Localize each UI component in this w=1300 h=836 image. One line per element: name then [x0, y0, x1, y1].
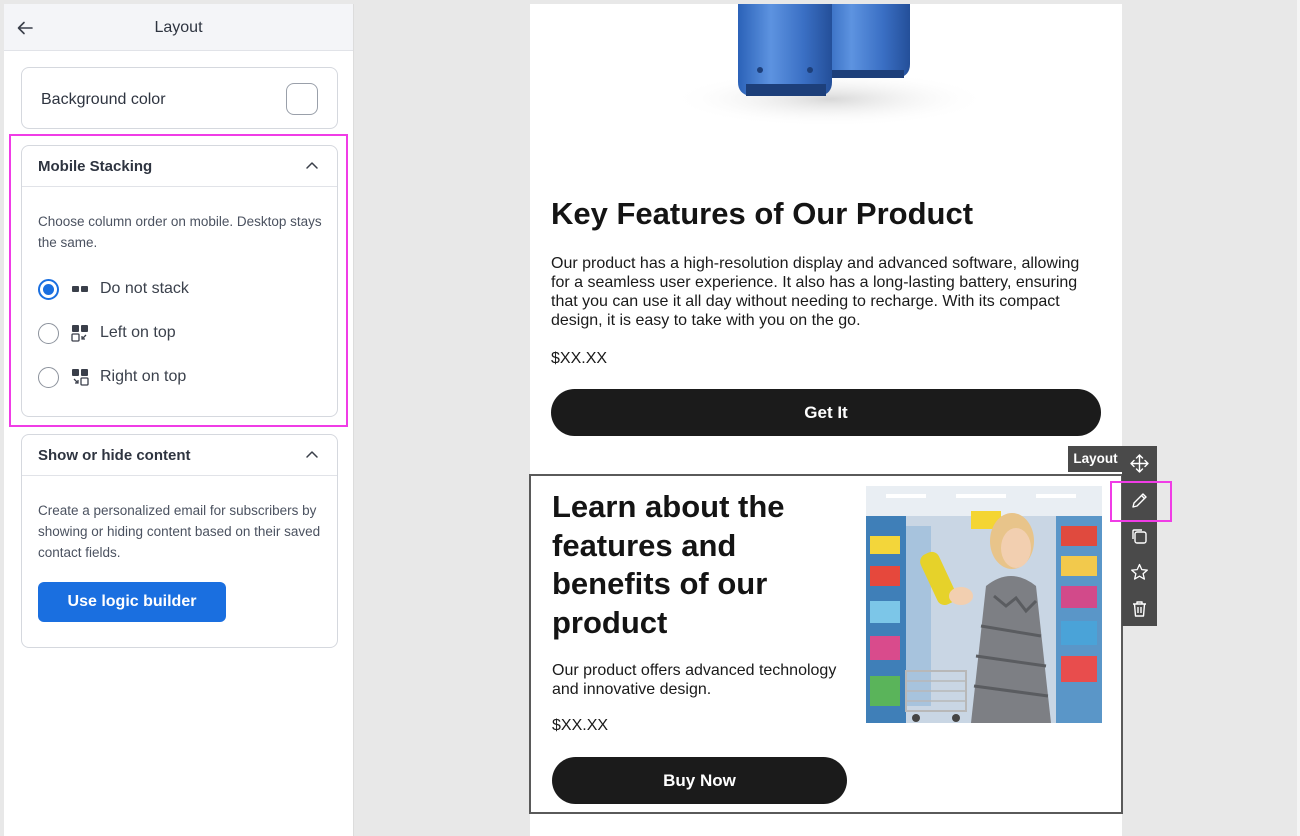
trash-icon[interactable]: [1129, 598, 1150, 619]
layout-panel: Layout Background color Mobile Stacking …: [4, 4, 354, 836]
block1-price: $XX.XX: [551, 350, 608, 367]
panel-title: Layout: [154, 19, 203, 36]
mobile-stacking-header[interactable]: Mobile Stacking: [22, 146, 337, 187]
block2-body: Our product offers advanced technology a…: [552, 662, 837, 698]
chevron-up-icon[interactable]: [305, 160, 319, 170]
show-hide-title: Show or hide content: [38, 447, 191, 464]
radio-label: Do not stack: [100, 280, 189, 297]
radio-do-not-stack[interactable]: Do not stack: [38, 277, 189, 301]
radio-label: Right on top: [100, 368, 187, 385]
radio-button[interactable]: [38, 366, 59, 388]
use-logic-builder-button[interactable]: Use logic builder: [38, 582, 226, 622]
show-hide-header[interactable]: Show or hide content: [22, 435, 337, 476]
buy-now-button[interactable]: Buy Now: [552, 757, 847, 804]
star-icon[interactable]: [1129, 562, 1150, 583]
radio-label: Left on top: [100, 324, 176, 341]
left-on-top-icon: [71, 325, 88, 342]
show-hide-description: Create a personalized email for subscrib…: [38, 503, 321, 560]
toolbar-layout-label: Layout: [1068, 446, 1123, 472]
panel-header: Layout: [4, 4, 353, 51]
radio-right-on-top[interactable]: Right on top: [38, 365, 186, 389]
background-color-label: Background color: [41, 91, 166, 108]
mobile-stacking-title: Mobile Stacking: [38, 158, 153, 175]
background-color-card: Background color: [21, 67, 338, 129]
gas-cylinder-image[interactable]: [530, 4, 1122, 179]
edit-icon[interactable]: [1129, 490, 1150, 511]
block-toolbar: [1122, 446, 1157, 626]
move-icon[interactable]: [1129, 453, 1150, 474]
block1-body: Our product has a high-resolution displa…: [551, 255, 1080, 329]
selected-layout-block[interactable]: Learn about the features and benefits of…: [529, 474, 1123, 814]
mobile-stacking-description: Choose column order on mobile. Desktop s…: [38, 214, 322, 250]
chevron-up-icon[interactable]: [305, 449, 319, 459]
get-it-button[interactable]: Get It: [551, 389, 1101, 436]
shopper-image[interactable]: [866, 486, 1102, 723]
background-color-swatch[interactable]: [286, 83, 318, 115]
duplicate-icon[interactable]: [1129, 526, 1150, 547]
radio-button[interactable]: [38, 278, 59, 300]
columns-side-by-side-icon: [72, 286, 88, 292]
show-hide-card: Show or hide content Create a personaliz…: [21, 434, 338, 648]
mobile-stacking-card: Mobile Stacking Choose column order on m…: [21, 145, 338, 417]
right-on-top-icon: [72, 369, 89, 386]
block2-price: $XX.XX: [552, 717, 609, 734]
radio-left-on-top[interactable]: Left on top: [38, 321, 176, 345]
block1-heading: Key Features of Our Product: [551, 196, 974, 231]
radio-button[interactable]: [38, 322, 59, 344]
block2-heading: Learn about the features and benefits of…: [552, 489, 785, 640]
